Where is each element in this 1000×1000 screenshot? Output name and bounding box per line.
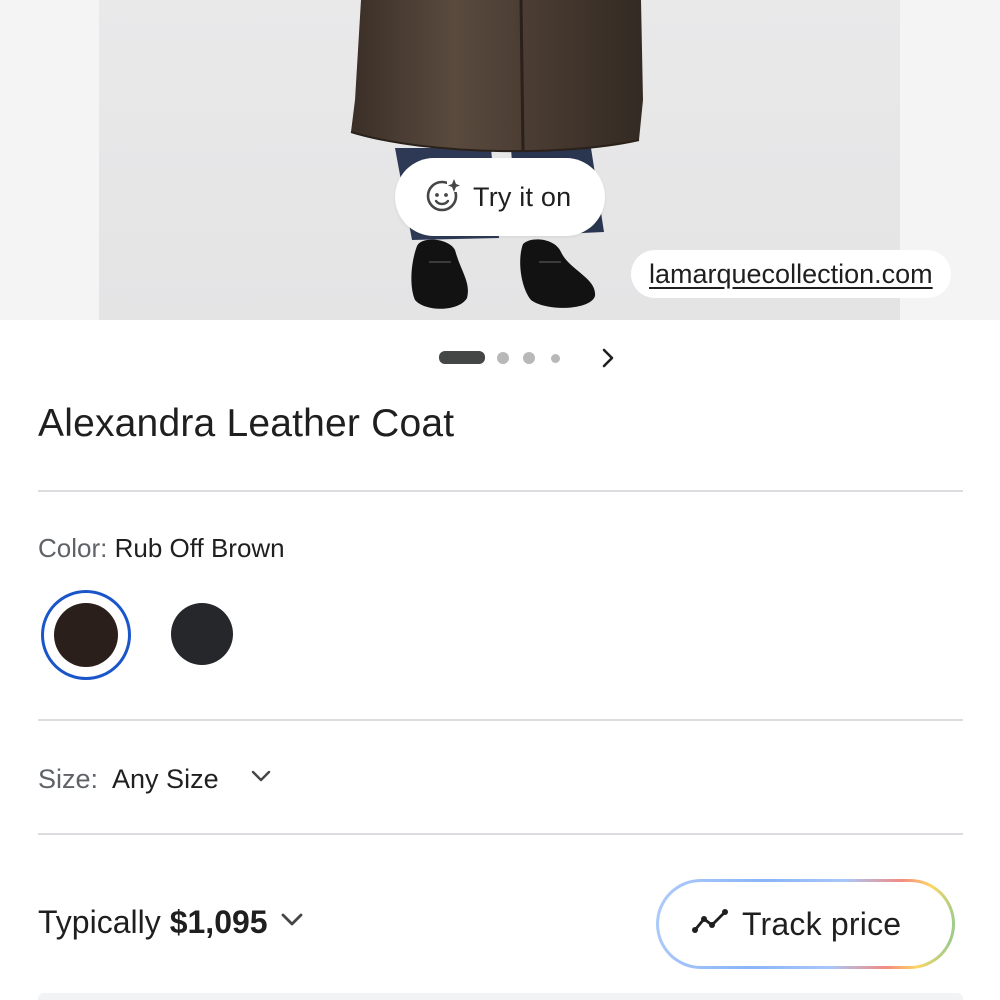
track-price-button[interactable]: Track price — [656, 879, 955, 969]
chevron-down-icon — [278, 904, 306, 941]
carousel-dot-active[interactable] — [439, 351, 485, 364]
color-value: Rub Off Brown — [114, 533, 285, 563]
trending-line-icon — [692, 908, 730, 941]
product-title: Alexandra Leather Coat — [38, 402, 455, 445]
carousel-dot[interactable] — [523, 352, 535, 364]
track-price-label: Track price — [742, 905, 902, 942]
size-value: Any Size — [112, 763, 219, 794]
color-label: Color: — [38, 533, 108, 563]
color-swatch-rub-off-brown[interactable] — [41, 590, 131, 680]
size-label: Size: — [38, 763, 99, 794]
divider — [38, 490, 963, 492]
price-value: $1,095 — [169, 903, 268, 940]
sparkle-face-icon — [425, 177, 461, 218]
try-it-on-label: Try it on — [473, 181, 572, 212]
carousel-pagination — [0, 346, 1000, 370]
chevron-down-icon — [249, 764, 273, 795]
next-section-card-edge — [38, 993, 963, 1000]
color-label-row: Color: Rub Off Brown — [38, 533, 285, 564]
swatch-fill — [54, 603, 118, 667]
price-label: Typically — [38, 903, 161, 940]
carousel-dot[interactable] — [497, 352, 509, 364]
product-image-carousel[interactable]: Try it on lamarquecollection.com — [0, 0, 1000, 320]
size-selector[interactable]: Size: Any Size — [38, 762, 273, 796]
chevron-right-icon[interactable] — [596, 346, 620, 370]
divider — [38, 833, 963, 835]
source-domain-link[interactable]: lamarquecollection.com — [631, 250, 951, 298]
divider — [38, 719, 963, 721]
color-swatch-black[interactable] — [171, 603, 233, 665]
try-it-on-button[interactable]: Try it on — [395, 158, 605, 236]
carousel-dot[interactable] — [551, 354, 560, 363]
price-history-toggle[interactable]: Typically $1,095 — [38, 902, 306, 942]
